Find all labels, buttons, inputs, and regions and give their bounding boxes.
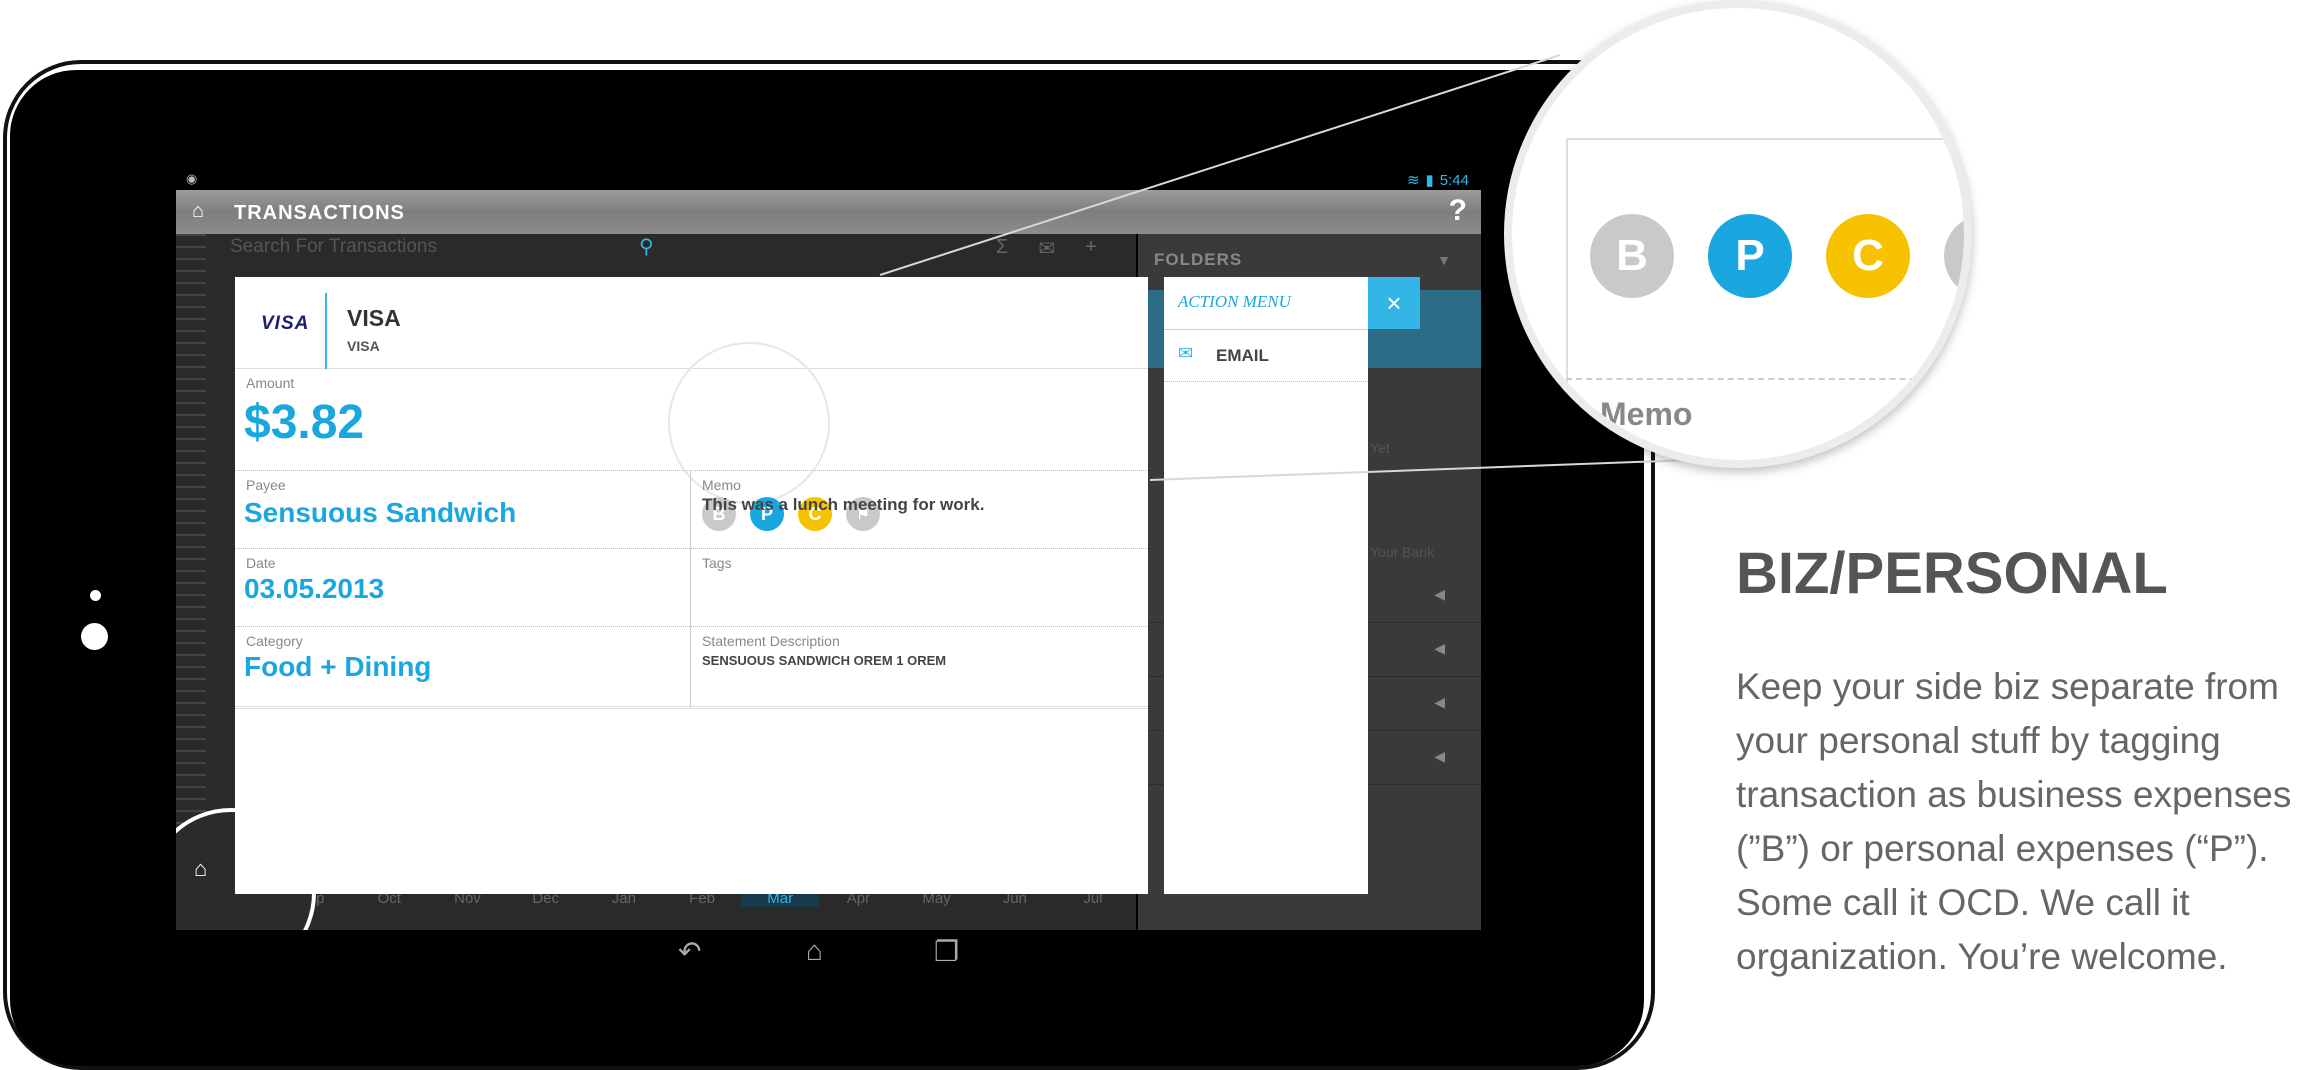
magnified-tag-buttons: B P C (1590, 214, 1964, 298)
magnifier-dotted-line (1566, 378, 1946, 380)
magnified-biz-tag: B (1590, 214, 1674, 298)
feature-description: Keep your side biz separate from your pe… (1736, 666, 2292, 977)
feature-title: BIZ/PERSONAL (1736, 541, 2168, 606)
magnifier-divider (1566, 138, 1946, 140)
magnifier-divider (1566, 138, 1568, 398)
magnifier-callout: B P C Memo (1504, 0, 1972, 468)
magnified-personal-tag: P (1708, 214, 1792, 298)
magnified-memo-label: Memo (1600, 396, 1693, 432)
magnified-c-tag: C (1826, 214, 1910, 298)
